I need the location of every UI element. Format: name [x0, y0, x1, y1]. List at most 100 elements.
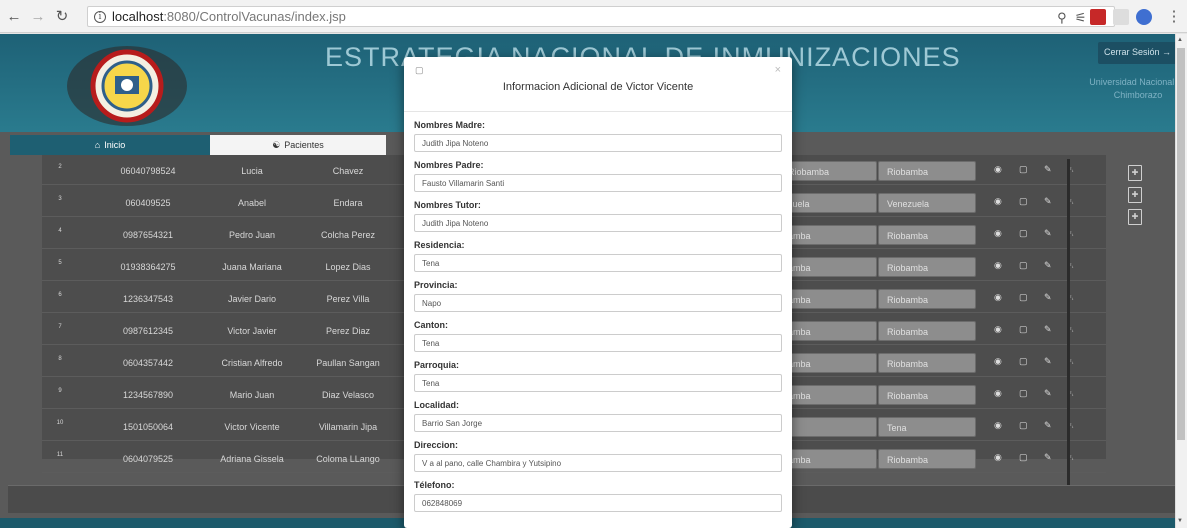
pdf-icon[interactable]: ▢: [1019, 292, 1028, 303]
cell-num: 8: [58, 356, 62, 362]
cell-apellido: Colcha Perez: [320, 230, 376, 240]
view-icon[interactable]: ◉: [994, 164, 1002, 175]
cell-ciudad: Riobamba: [878, 257, 976, 277]
cell-nombre: Pedro Juan: [228, 230, 276, 240]
scrollbar-thumb[interactable]: [1177, 48, 1185, 440]
reload-icon[interactable]: ↻: [52, 6, 72, 26]
view-icon[interactable]: ◉: [994, 292, 1002, 303]
url-text: localhost:8080/ControlVacunas/index.jsp: [112, 9, 346, 24]
edit-icon[interactable]: ✎: [1044, 228, 1052, 239]
back-arrow-icon[interactable]: ←: [4, 6, 24, 26]
field-label: Parroquia:: [414, 360, 460, 370]
cell-num: 10: [56, 420, 64, 426]
edit-icon[interactable]: ✎: [1044, 420, 1052, 431]
view-icon[interactable]: ◉: [994, 196, 1002, 207]
edit-icon[interactable]: ✎: [1044, 324, 1052, 335]
cell-num: 3: [58, 196, 62, 202]
field-value[interactable]: V a al pano, calle Chambira y Yutsipino: [414, 454, 782, 472]
pdf-icon[interactable]: ▢: [1019, 388, 1028, 399]
pdf-icon[interactable]: ▢: [1019, 420, 1028, 431]
view-icon[interactable]: ◉: [994, 260, 1002, 271]
cell-nombre: Lucia: [241, 166, 263, 176]
cell-nombre: Cristian Alfredo: [221, 358, 283, 368]
address-bar[interactable]: i localhost:8080/ControlVacunas/index.js…: [87, 6, 1115, 27]
edit-icon[interactable]: ✎: [1044, 356, 1052, 367]
pdf-icon[interactable]: ✚: [1128, 209, 1142, 225]
pdf-icon[interactable]: ▢: [1019, 196, 1028, 207]
document-icon: ▢: [415, 65, 424, 75]
pdf-icon[interactable]: ✚: [1128, 187, 1142, 203]
view-icon[interactable]: ◉: [994, 420, 1002, 431]
cell-id: 0987612345: [122, 326, 174, 336]
field-label: Nombres Madre:: [414, 120, 486, 130]
view-icon[interactable]: ◉: [994, 324, 1002, 335]
scroll-down-icon[interactable]: ▼: [1177, 518, 1183, 524]
pdf-icon[interactable]: ▢: [1019, 228, 1028, 239]
view-icon[interactable]: ◉: [994, 228, 1002, 239]
field-value[interactable]: Fausto Villamarin Santi: [414, 174, 782, 192]
view-icon[interactable]: ◉: [994, 388, 1002, 399]
info-icon[interactable]: i: [94, 10, 106, 23]
extension-icon[interactable]: [1090, 9, 1106, 25]
field-label: Télefono:: [414, 480, 455, 490]
pdf-icon[interactable]: ▢: [1019, 164, 1028, 175]
info-field: Télefono: 062848069: [414, 480, 782, 512]
edit-icon[interactable]: ✎: [1044, 260, 1052, 271]
cell-ciudad-partial: amba: [779, 321, 877, 341]
patient-info-modal: ▢ × Informacion Adicional de Victor Vice…: [404, 57, 792, 528]
cell-ciudad: Riobamba: [878, 385, 976, 405]
edit-icon[interactable]: ✎: [1044, 452, 1052, 463]
cell-ciudad-partial: amba: [779, 385, 877, 405]
field-value[interactable]: Tena: [414, 374, 782, 392]
cell-ciudad: Riobamba: [878, 353, 976, 373]
field-value[interactable]: Napo: [414, 294, 782, 312]
university-name: Universidad Nacional de Chimborazo: [1089, 77, 1175, 100]
key-icon[interactable]: ⚟: [1075, 10, 1087, 26]
view-icon[interactable]: ◉: [994, 356, 1002, 367]
cell-num: 4: [58, 228, 62, 234]
zoom-icon[interactable]: ⚲: [1057, 10, 1067, 26]
pdf-icon[interactable]: ▢: [1019, 356, 1028, 367]
info-field: Direccion: V a al pano, calle Chambira y …: [414, 440, 782, 472]
tab-pacientes[interactable]: ☯ Pacientes: [210, 135, 386, 155]
edit-icon[interactable]: ✎: [1044, 388, 1052, 399]
extension-icon[interactable]: [1113, 9, 1129, 25]
cell-ciudad-partial: zuela: [779, 193, 877, 213]
field-value[interactable]: 062848069: [414, 494, 782, 512]
field-value[interactable]: Judith Jipa Noteno: [414, 214, 782, 232]
pdf-icon[interactable]: ▢: [1019, 324, 1028, 335]
pdf-links: ✚ ✚ ✚: [1128, 165, 1144, 225]
field-label: Direccion:: [414, 440, 459, 450]
cell-ciudad-partial: [779, 417, 877, 437]
field-value[interactable]: Judith Jipa Noteno: [414, 134, 782, 152]
pdf-icon[interactable]: ▢: [1019, 260, 1028, 271]
cell-nombre: Javier Dario: [227, 294, 277, 304]
view-icon[interactable]: ◉: [994, 452, 1002, 463]
field-label: Nombres Tutor:: [414, 200, 481, 210]
browser-menu-icon[interactable]: ⋮: [1164, 6, 1184, 26]
edit-icon[interactable]: ✎: [1044, 196, 1052, 207]
cell-id: 0604357442: [122, 358, 174, 368]
cell-apellido: Endara: [333, 198, 363, 208]
field-value[interactable]: Barrio San Jorge: [414, 414, 782, 432]
close-icon[interactable]: ×: [775, 64, 781, 76]
extension-icon[interactable]: [1136, 9, 1152, 25]
cell-nombre: Victor Javier: [227, 326, 277, 336]
logout-button[interactable]: Cerrar Sesión →: [1098, 42, 1175, 64]
edit-icon[interactable]: ✎: [1044, 292, 1052, 303]
cell-ciudad-partial: amba: [779, 449, 877, 469]
tab-inicio[interactable]: ⌂ Inicio: [10, 135, 210, 155]
cell-ciudad-partial: amba: [779, 353, 877, 373]
pdf-icon[interactable]: ✚: [1128, 165, 1142, 181]
users-icon: ☯: [272, 139, 281, 150]
cell-id: 0604079525: [122, 454, 174, 464]
field-value[interactable]: Tena: [414, 334, 782, 352]
forward-arrow-icon[interactable]: →: [28, 6, 48, 26]
cell-ciudad: Riobamba: [878, 225, 976, 245]
cell-apellido: Chavez: [332, 166, 364, 176]
scroll-up-icon[interactable]: ▲: [1177, 37, 1183, 43]
cell-id: 06040798524: [120, 166, 176, 176]
pdf-icon[interactable]: ▢: [1019, 452, 1028, 463]
field-value[interactable]: Tena: [414, 254, 782, 272]
edit-icon[interactable]: ✎: [1044, 164, 1052, 175]
